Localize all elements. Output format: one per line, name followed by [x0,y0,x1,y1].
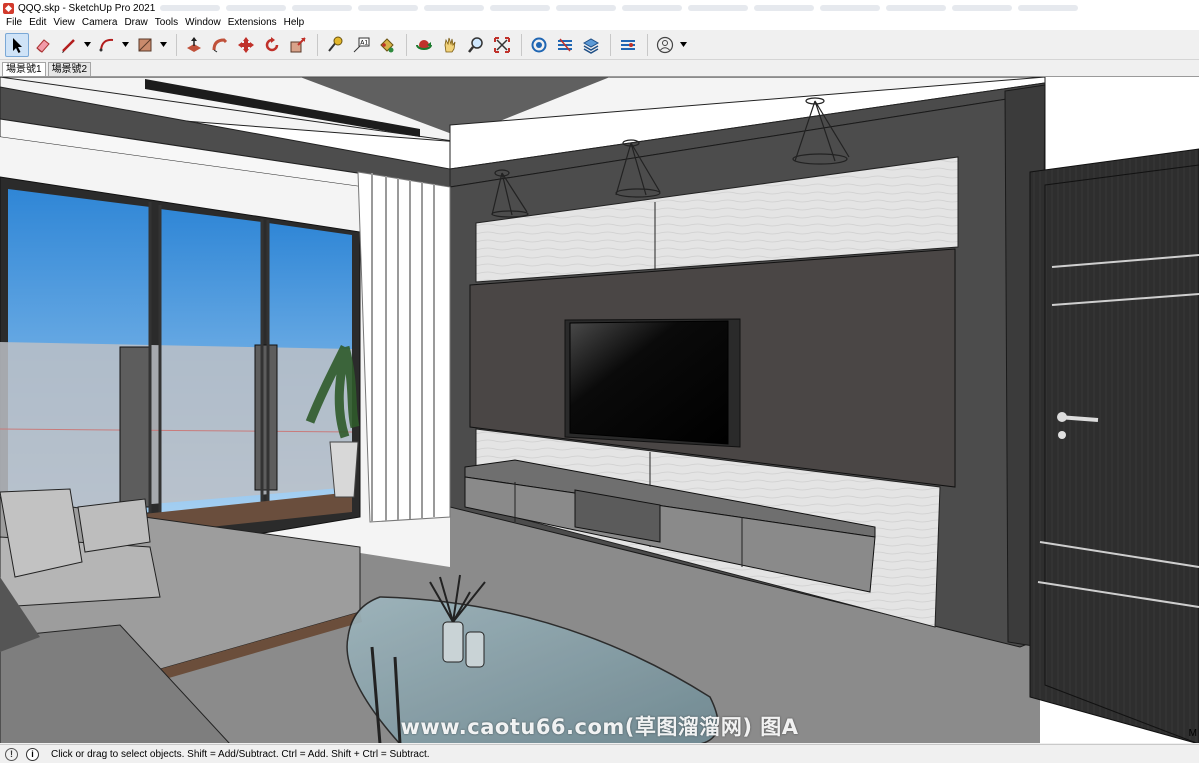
info-icon[interactable]: i [26,747,39,761]
viewport-side-label: M [1188,728,1197,739]
zoom-extents-icon[interactable] [490,33,514,57]
shape-rectangle-icon[interactable] [133,33,157,57]
menu-tools[interactable]: Tools [153,16,183,30]
scale-icon[interactable] [286,33,310,57]
tab-scene-2[interactable]: 場景號2 [47,62,92,76]
profile-dropdown-icon[interactable] [679,33,688,57]
layers-icon[interactable] [579,33,603,57]
pencil-dropdown-icon[interactable] [83,33,92,57]
arc-dropdown-icon[interactable] [121,33,130,57]
menu-bar: File Edit View Camera Draw Tools Window … [0,16,1199,30]
status-bar: ! i Click or drag to select objects. Shi… [0,744,1199,763]
select-arrow-icon[interactable] [5,32,29,57]
sketchup-logo-icon [3,2,14,14]
rotate-icon[interactable] [260,33,284,57]
menu-view[interactable]: View [51,16,80,30]
main-toolbar: A1 [0,30,1199,60]
status-hint: Click or drag to select objects. Shift =… [51,748,430,760]
living-room-model [0,77,1199,743]
zoom-icon[interactable] [464,33,488,57]
pan-hand-icon[interactable] [438,33,462,57]
shape-dropdown-icon[interactable] [159,33,168,57]
profile-icon[interactable] [653,33,677,57]
text-label-icon[interactable]: A1 [349,33,373,57]
scene-tabs: 場景號1 場景號2 [0,60,1199,76]
pencil-line-icon[interactable] [57,33,81,57]
push-pull-icon[interactable] [182,33,206,57]
extension-warehouse-icon[interactable] [553,33,577,57]
move-icon[interactable] [234,33,258,57]
warehouse-icon[interactable] [527,33,551,57]
sketchup-window: QQQ.skp - SketchUp Pro 2021 File Edit Vi… [0,0,1199,763]
svg-text:A1: A1 [360,39,368,46]
menu-camera[interactable]: Camera [80,16,123,30]
tape-measure-icon[interactable] [323,33,347,57]
title-bar: QQQ.skp - SketchUp Pro 2021 [0,0,1199,16]
window-title: QQQ.skp - SketchUp Pro 2021 [18,2,156,14]
menu-extensions[interactable]: Extensions [226,16,282,30]
watermark-text: www.caotu66.com(草图溜溜网) 图A [400,715,799,739]
warning-icon[interactable]: ! [5,747,18,761]
menu-draw[interactable]: Draw [122,16,152,30]
model-info-icon[interactable] [616,33,640,57]
eraser-icon[interactable] [31,33,55,57]
menu-help[interactable]: Help [282,16,310,30]
tab-scene-1[interactable]: 場景號1 [2,62,46,76]
menu-file[interactable]: File [4,16,27,30]
follow-me-icon[interactable] [208,33,232,57]
menu-window[interactable]: Window [183,16,226,30]
title-bar-background [160,0,1078,16]
paint-bucket-icon[interactable] [375,33,399,57]
arc-icon[interactable] [95,33,119,57]
menu-edit[interactable]: Edit [27,16,51,30]
orbit-icon[interactable] [412,33,436,57]
model-viewport[interactable]: www.caotu66.com(草图溜溜网) 图A M [0,76,1199,743]
